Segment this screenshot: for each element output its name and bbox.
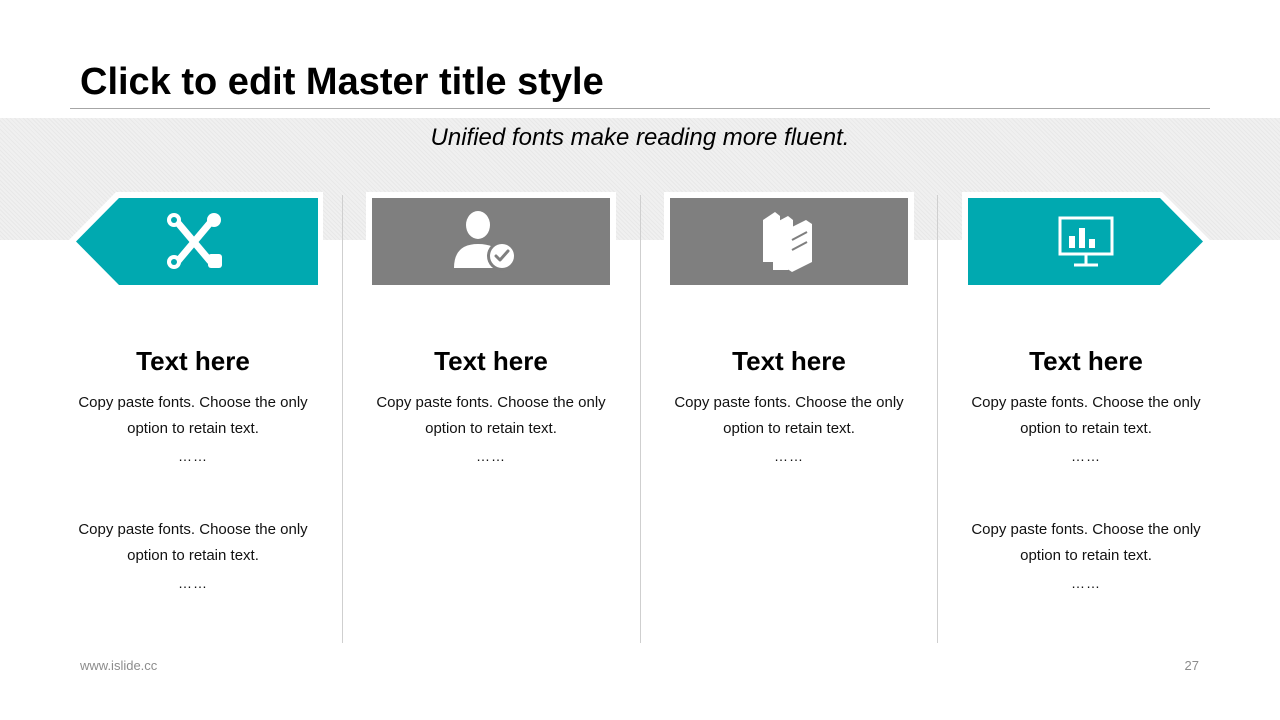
footer-url[interactable]: www.islide.cc — [80, 658, 157, 673]
tools-icon — [68, 192, 323, 290]
title-divider — [70, 108, 1210, 109]
column-divider — [342, 195, 343, 643]
page-number: 27 — [1184, 658, 1199, 673]
column-paragraph: Copy paste fonts. Choose the only option… — [376, 394, 606, 464]
column-paragraph: Copy paste fonts. Choose the only option… — [674, 394, 904, 464]
column-divider — [937, 195, 938, 643]
presentation-chart-icon — [962, 192, 1211, 290]
column-paragraph: Copy paste fonts. Choose the only option… — [78, 521, 308, 591]
column-paragraph: Copy paste fonts. Choose the only option… — [971, 394, 1201, 464]
books-icon — [664, 192, 914, 290]
user-check-icon — [366, 192, 616, 290]
column-paragraph: Copy paste fonts. Choose the only option… — [78, 394, 308, 464]
column-divider — [640, 195, 641, 643]
column-title: Text here — [1029, 346, 1143, 376]
slide-subtitle: Unified fonts make reading more fluent. — [430, 124, 850, 151]
slide-title: Click to edit Master title style — [80, 61, 604, 103]
column-title: Text here — [434, 346, 548, 376]
column-title: Text here — [136, 346, 250, 376]
column-paragraph: Copy paste fonts. Choose the only option… — [971, 521, 1201, 591]
column-title: Text here — [732, 346, 846, 376]
